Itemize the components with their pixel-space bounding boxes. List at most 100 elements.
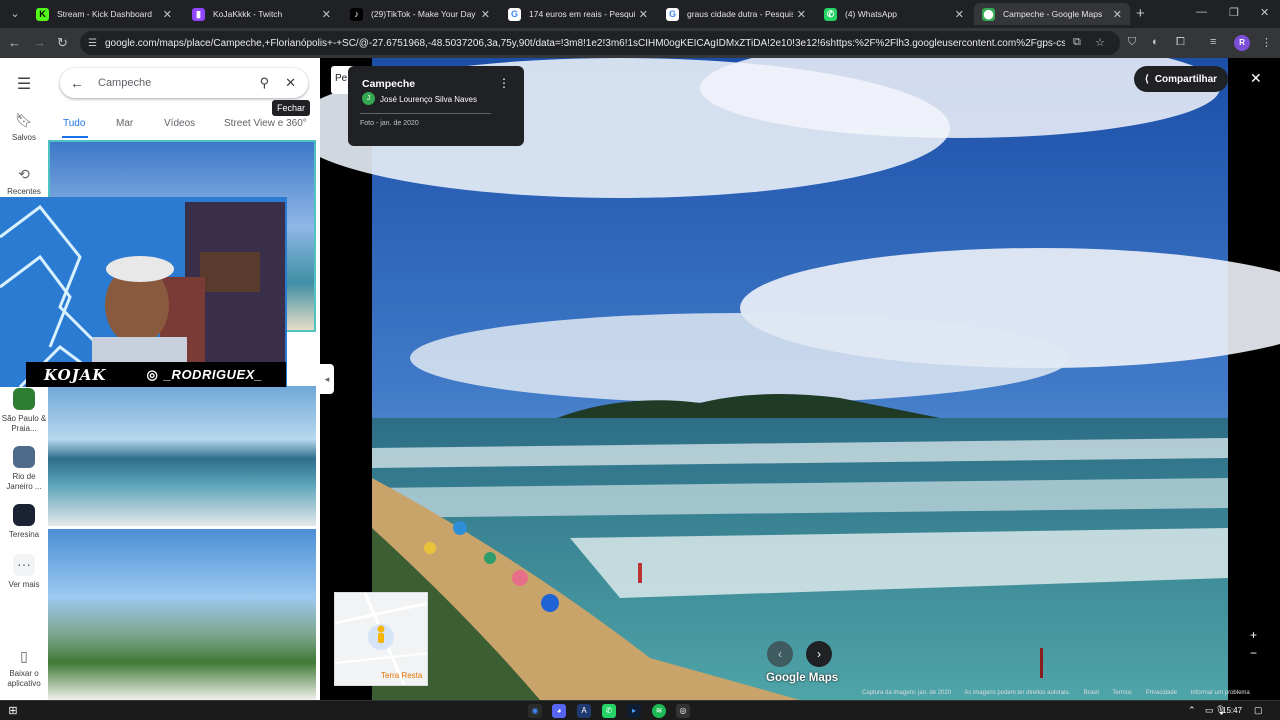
close-icon[interactable]: ✕ [322, 8, 331, 21]
close-search-icon[interactable]: ✕ [285, 75, 296, 91]
app-a-icon[interactable]: A [577, 704, 591, 718]
author-name[interactable]: José Lourenço Silva Naves [380, 95, 477, 104]
new-tab-button[interactable]: + [1136, 5, 1145, 22]
terms-link[interactable]: Termos [1112, 690, 1132, 696]
tab-all[interactable]: Tudo [63, 118, 85, 129]
tab-google-search-1[interactable]: G 174 euros em reais - Pesquisa G ✕ [500, 3, 656, 25]
window-close-icon[interactable]: ✕ [1260, 6, 1269, 19]
close-icon[interactable]: ✕ [163, 8, 172, 21]
share-label: Compartilhar [1154, 73, 1218, 85]
zoom-out-button[interactable]: − [1250, 646, 1257, 660]
spotify-icon[interactable]: ≋ [652, 704, 666, 718]
recent-item-teresina[interactable]: Teresina [0, 504, 48, 540]
restore-icon[interactable]: ❐ [1229, 6, 1239, 19]
windows-start-icon[interactable]: ⊞ [6, 704, 20, 718]
tab-tiktok[interactable]: ♪ (29)TikTok - Make Your Day ✕ [342, 3, 498, 25]
tab-whatsapp[interactable]: ✆ (4) WhatsApp ✕ [816, 3, 972, 25]
app-terminal-icon[interactable]: ▸ [627, 704, 641, 718]
url-text[interactable]: google.com/maps/place/Campeche,+Florianó… [105, 38, 1065, 49]
privacy-link[interactable]: Privacidade [1146, 690, 1177, 696]
close-icon[interactable]: ✕ [955, 8, 964, 21]
close-icon[interactable]: ✕ [797, 8, 806, 21]
search-box[interactable]: ← Campeche ⚲ ✕ [60, 68, 308, 98]
site-info-icon[interactable]: ☰ [88, 38, 97, 49]
media-controls-icon[interactable]: ≡ [1210, 36, 1216, 48]
bookmark-star-icon[interactable]: ☆ [1095, 36, 1105, 49]
see-more-label: Ver mais [8, 580, 40, 589]
search-input[interactable]: Campeche [98, 77, 260, 89]
profile-avatar[interactable]: R [1234, 35, 1250, 51]
tab-google-search-2[interactable]: G graus cidade dutra - Pesquisa G ✕ [658, 3, 814, 25]
close-viewer-icon[interactable]: ✕ [1250, 70, 1262, 87]
beach-photo[interactable] [320, 58, 1280, 700]
tab-title: Stream - Kick Dashboard [57, 9, 152, 19]
install-app-icon[interactable]: ⧉ [1073, 36, 1081, 49]
minimize-icon[interactable]: — [1196, 6, 1207, 18]
tray-chevron-icon[interactable]: ⌃ [1188, 705, 1196, 716]
instagram-icon: ◎ [146, 366, 158, 382]
back-arrow-icon[interactable]: ← [70, 75, 84, 91]
menu-button[interactable]: ☰ [0, 74, 48, 94]
browser-tab-strip: ⌄ K Stream - Kick Dashboard ✕ ▮ KoJaKkkk… [0, 0, 1280, 28]
place-thumbnail [13, 388, 35, 410]
google-icon: G [666, 7, 679, 21]
download-app-label: Baixar o aplicativo [7, 669, 41, 688]
saved-label: Salvos [11, 133, 36, 142]
next-photo-button[interactable]: › [806, 641, 832, 667]
copyright-note: As imagens podem ter direitos autorais. [964, 690, 1071, 696]
country-link[interactable]: Brasil [1084, 690, 1099, 696]
zoom-in-button[interactable]: + [1250, 628, 1257, 642]
more-options-icon[interactable]: ⋮ [498, 76, 510, 90]
share-button[interactable]: ⟨ Compartilhar [1134, 66, 1228, 92]
search-icon[interactable]: ⚲ [260, 75, 270, 91]
tab-kick[interactable]: K Stream - Kick Dashboard ✕ [28, 3, 180, 25]
stream-overlay-bar: KOJAK ◎ _RODRIGUEX_ [26, 362, 286, 387]
extension-icon[interactable]: ◐ [1152, 36, 1159, 48]
forward-icon[interactable]: → [33, 35, 46, 50]
tab-search-icon[interactable]: ⌄ [6, 5, 24, 23]
author-avatar[interactable]: J [362, 92, 375, 105]
minimap[interactable]: Terra Resta [334, 592, 428, 686]
tab-videos[interactable]: Vídeos [164, 118, 195, 129]
back-icon[interactable]: ← [8, 35, 21, 50]
chrome-icon[interactable]: ◉ [528, 704, 542, 718]
tab-street-view[interactable]: Street View e 360° [224, 118, 307, 129]
close-icon[interactable]: ✕ [639, 8, 648, 21]
tab-title: Campeche - Google Maps [1003, 9, 1103, 19]
discord-icon[interactable]: ◕ [552, 704, 566, 718]
notifications-icon[interactable]: ▢ [1254, 705, 1263, 716]
network-icon[interactable]: ▭ [1205, 705, 1214, 716]
streamer-logo: KOJAK [44, 365, 107, 384]
close-icon[interactable]: ✕ [1113, 8, 1122, 21]
tab-google-maps[interactable]: ⬤ Campeche - Google Maps ✕ [974, 3, 1130, 25]
see-more-button[interactable]: ··· Ver mais [0, 554, 48, 590]
download-app-button[interactable]: ▯ Baixar o aplicativo [0, 648, 48, 689]
reload-icon[interactable]: ↻ [57, 35, 68, 51]
webcam-overlay [0, 197, 287, 387]
photo-thumbnail[interactable] [48, 529, 316, 700]
recent-button[interactable]: ⟲ Recentes [0, 166, 48, 197]
place-name[interactable]: Campeche [362, 78, 415, 90]
kick-icon: K [36, 7, 49, 21]
extension-shield-icon[interactable]: ⛉ [1128, 36, 1136, 49]
report-problem-link[interactable]: Informar um problema [1191, 690, 1250, 696]
close-icon[interactable]: ✕ [481, 8, 490, 21]
recent-item-sao-paulo[interactable]: São Paulo & Praia... [0, 388, 48, 434]
hamburger-icon: ☰ [16, 76, 32, 93]
more-menu-icon[interactable]: ⋮ [1261, 36, 1272, 49]
address-bar[interactable]: ☰ google.com/maps/place/Campeche,+Floria… [80, 31, 1120, 55]
whatsapp-taskbar-icon[interactable]: ✆ [602, 704, 616, 718]
photo-thumbnail[interactable] [48, 386, 316, 526]
collapse-panel-button[interactable]: ◂ [320, 364, 334, 394]
obs-icon[interactable]: ◎ [676, 704, 690, 718]
taskbar-clock[interactable]: 15:47 [1222, 706, 1242, 715]
tab-twitch[interactable]: ▮ KoJaKkkk - Twitch ✕ [184, 3, 339, 25]
extensions-puzzle-icon[interactable]: ⧠ [1176, 36, 1185, 49]
google-icon: G [508, 7, 521, 21]
saved-button[interactable]: 🔖︎ Salvos [0, 112, 48, 143]
recent-item-rio[interactable]: Rio de Janeiro ... [0, 446, 48, 492]
previous-photo-button[interactable]: ‹ [767, 641, 793, 667]
photo-date: Foto - jan. de 2020 [360, 120, 419, 127]
tab-sea[interactable]: Mar [116, 118, 133, 129]
google-maps-icon: ⬤ [982, 7, 995, 21]
